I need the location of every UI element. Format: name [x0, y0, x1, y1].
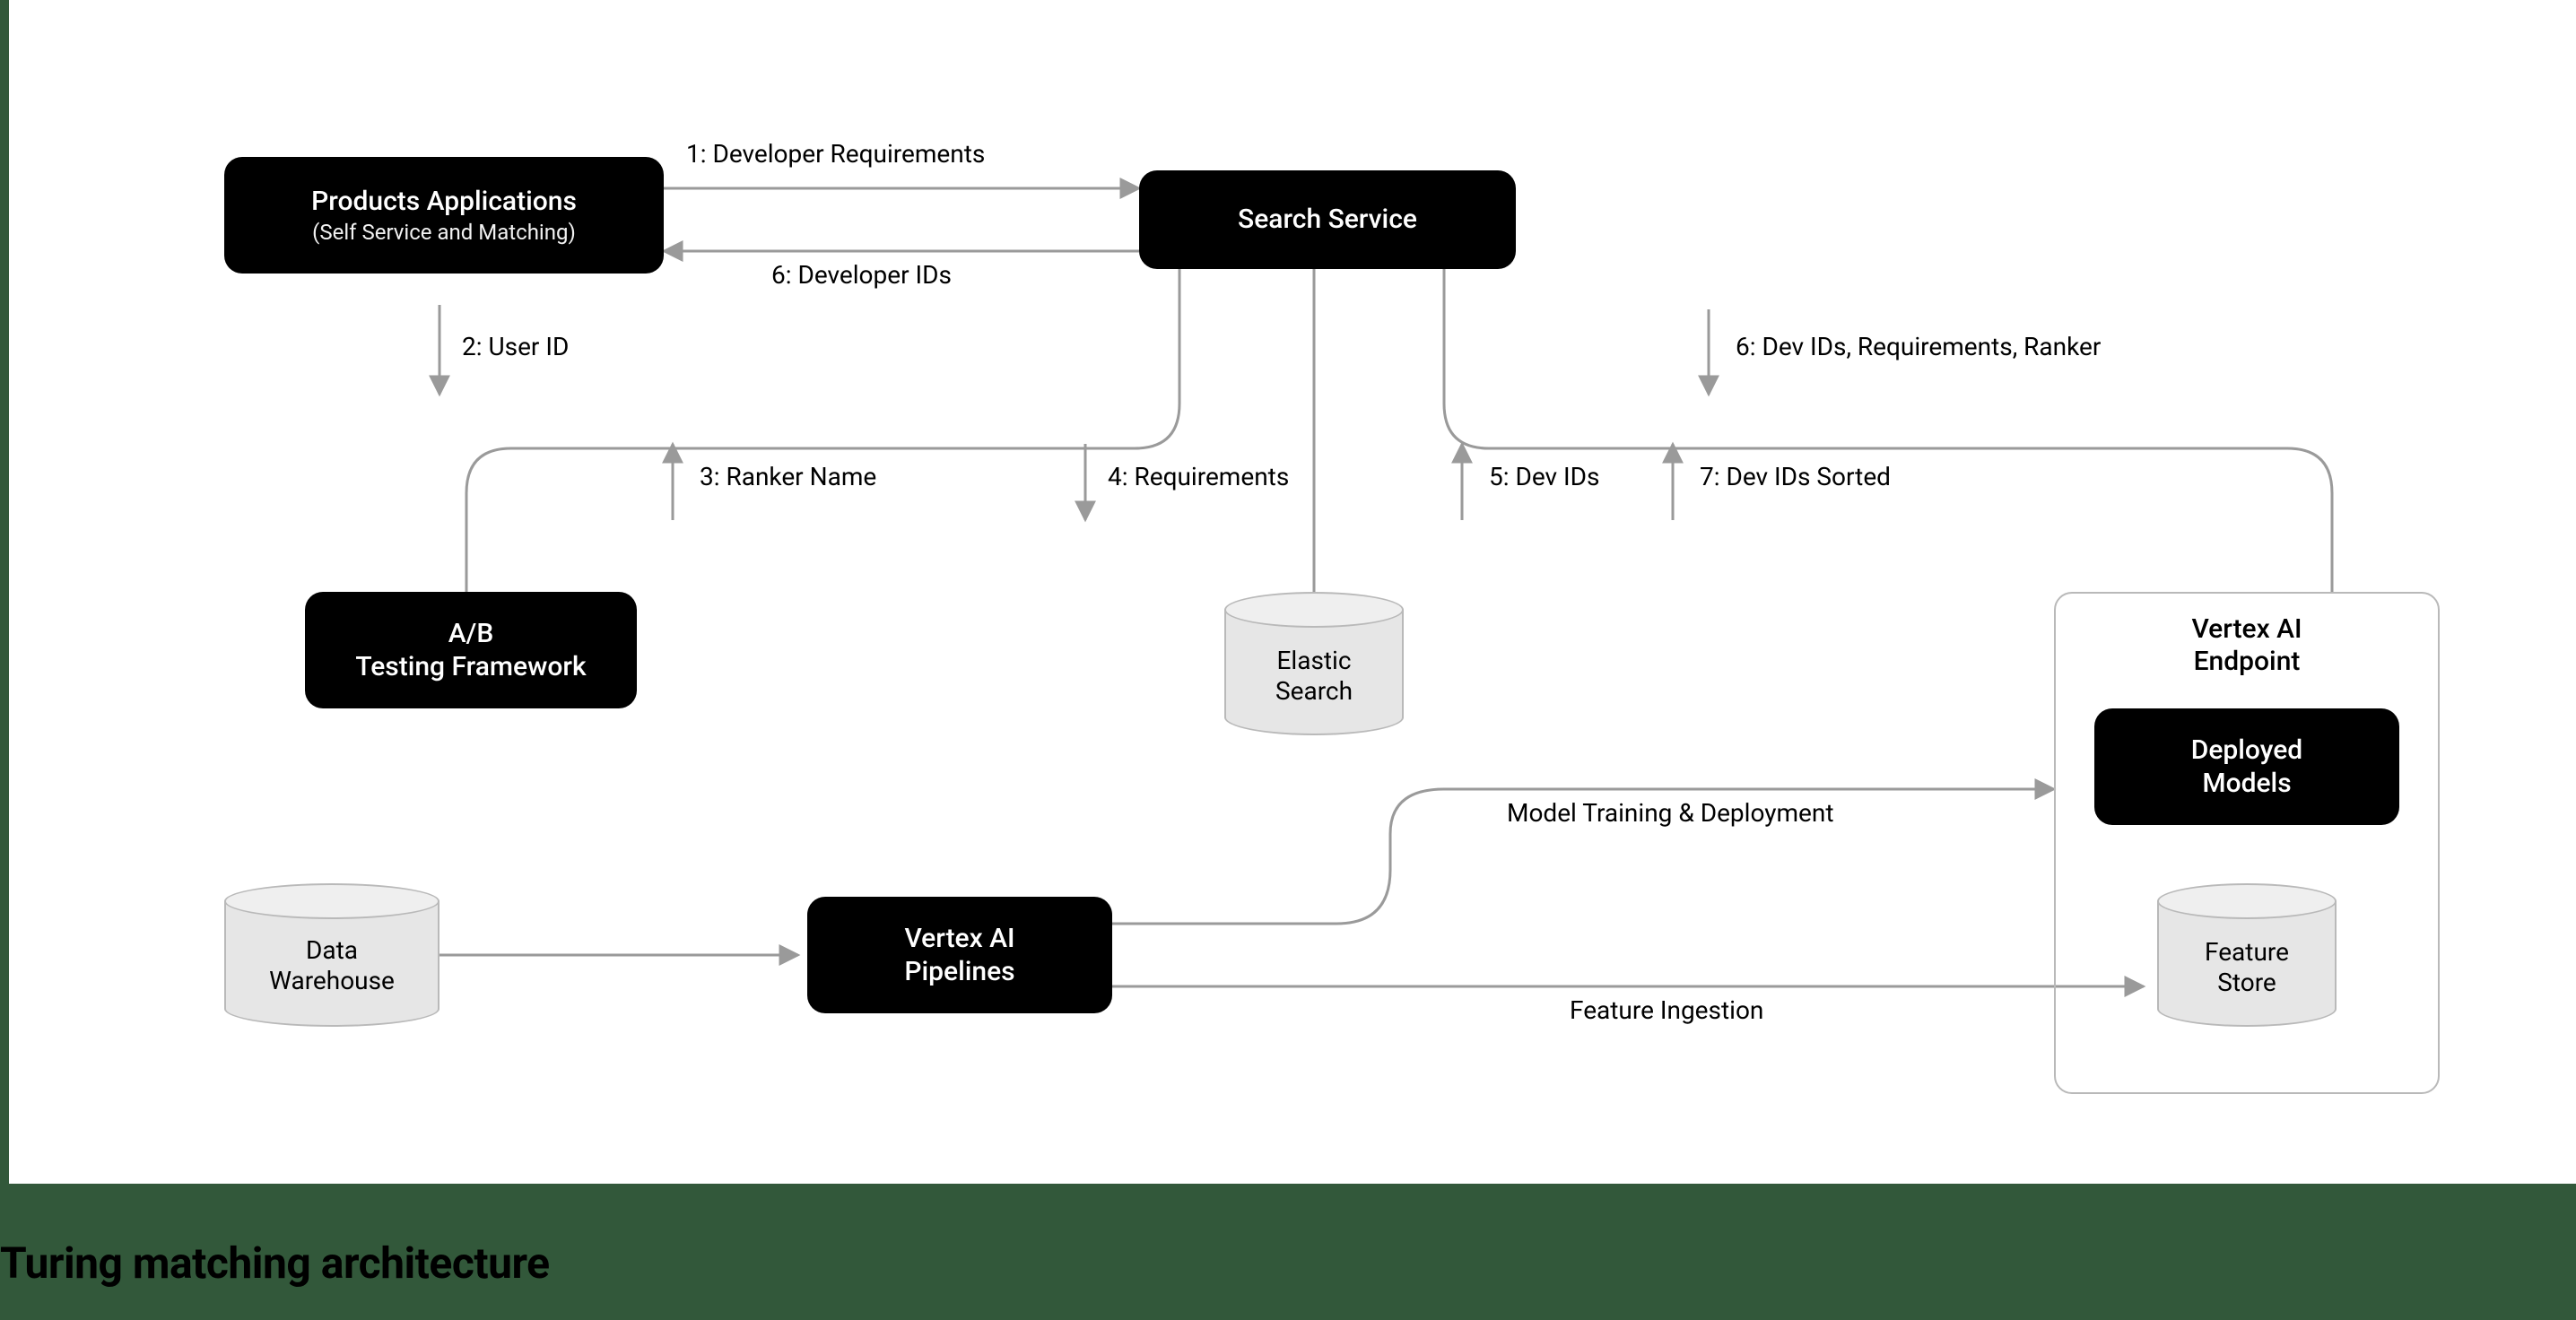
node-warehouse-line2: Warehouse — [224, 966, 439, 996]
node-pipelines-line1: Vertex AI — [904, 922, 1014, 956]
label-dev-ids-req-ranker: 6: Dev IDs, Requirements, Ranker — [1736, 332, 2101, 361]
label-dev-requirements: 1: Developer Requirements — [686, 139, 985, 169]
node-warehouse-line1: Data — [224, 935, 439, 966]
label-user-id: 2: User ID — [462, 332, 569, 361]
label-requirements: 4: Requirements — [1108, 462, 1289, 491]
node-products-title: Products Applications — [311, 185, 577, 219]
node-deployed-line1: Deployed — [2191, 734, 2302, 768]
node-ab-testing-framework: A/B Testing Framework — [305, 592, 637, 708]
left-accent-bar — [0, 0, 9, 1184]
label-developer-ids: 6: Developer IDs — [771, 260, 952, 290]
edge-search-to-ab — [466, 269, 1179, 592]
node-pipelines-line2: Pipelines — [904, 955, 1014, 989]
node-feature-line1: Feature — [2157, 937, 2337, 968]
page-root: 1: Developer Requirements 6: Developer I… — [0, 0, 2576, 1320]
node-feature-line2: Store — [2157, 968, 2337, 998]
node-ab-line1: A/B — [448, 617, 494, 651]
architecture-diagram: 1: Developer Requirements 6: Developer I… — [9, 0, 2567, 1184]
label-dev-ids: 5: Dev IDs — [1489, 462, 1599, 491]
node-deployed-models: Deployed Models — [2094, 708, 2399, 825]
node-search-title: Search Service — [1238, 203, 1417, 237]
label-feature-ingestion: Feature Ingestion — [1570, 995, 1763, 1025]
label-model-training-deployment: Model Training & Deployment — [1507, 798, 1833, 828]
diagram-caption: Turing matching architecture — [0, 1238, 550, 1289]
node-vertex-ai-pipelines: Vertex AI Pipelines — [807, 897, 1112, 1013]
node-elastic-line2: Search — [1224, 676, 1404, 707]
label-ranker-name: 3: Ranker Name — [700, 462, 876, 491]
node-data-warehouse: Data Warehouse — [224, 883, 439, 1027]
node-products-applications: Products Applications (Self Service and … — [224, 157, 664, 274]
node-search-service: Search Service — [1139, 170, 1516, 269]
node-elastic-line1: Elastic — [1224, 646, 1404, 676]
label-dev-ids-sorted: 7: Dev IDs Sorted — [1700, 462, 1891, 491]
node-elastic-search: Elastic Search — [1224, 592, 1404, 735]
node-products-subtitle: (Self Service and Matching) — [312, 219, 576, 246]
node-deployed-line2: Models — [2202, 767, 2291, 801]
node-feature-store: Feature Store — [2157, 883, 2337, 1027]
edge-search-to-vertex — [1444, 269, 2332, 592]
node-ab-line2: Testing Framework — [355, 650, 586, 684]
group-vertex-line2: Endpoint — [2056, 646, 2438, 678]
group-vertex-line1: Vertex AI — [2056, 613, 2438, 646]
